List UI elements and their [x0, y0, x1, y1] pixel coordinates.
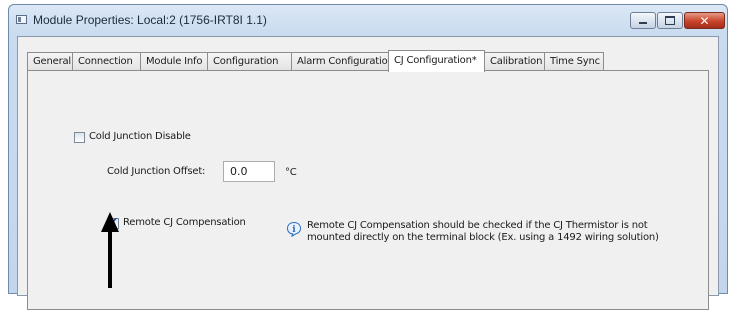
tab-general[interactable]: General — [27, 52, 73, 71]
tab-alarm-configuration[interactable]: Alarm Configuration — [291, 52, 398, 71]
remote-cj-compensation-label: Remote CJ Compensation — [123, 217, 246, 228]
minimize-button[interactable] — [630, 12, 656, 29]
close-button[interactable]: ✕ — [684, 12, 725, 29]
up-arrow-icon — [101, 212, 119, 288]
close-icon: ✕ — [699, 13, 710, 28]
info-icon: i — [286, 221, 302, 237]
svg-text:i: i — [292, 225, 296, 235]
title-bar[interactable]: Module Properties: Local:2 (1756-IRT8I 1… — [9, 5, 727, 35]
tab-calibration[interactable]: Calibration — [484, 52, 545, 71]
tab-cj-configuration[interactable]: CJ Configuration* — [388, 50, 485, 72]
note-line-2: mounted directly on the terminal block (… — [307, 232, 659, 243]
minimize-icon — [639, 22, 647, 24]
tab-time-sync[interactable]: Time Sync — [544, 52, 604, 71]
tab-configuration[interactable]: Configuration — [207, 52, 292, 71]
tab-connection[interactable]: Connection — [72, 52, 141, 71]
cold-junction-offset-label: Cold Junction Offset: — [107, 166, 206, 177]
cold-junction-offset-input[interactable] — [223, 161, 275, 182]
cj-configuration-panel: Cold Junction Disable Cold Junction Offs… — [27, 70, 709, 310]
remote-cj-note: Remote CJ Compensation should be checked… — [307, 220, 697, 244]
tab-module-info[interactable]: Module Info — [140, 52, 208, 71]
window-app-icon — [16, 15, 27, 24]
dialog-client-area: General Connection Module Info Configura… — [17, 36, 719, 310]
note-line-1: Remote CJ Compensation should be checked… — [307, 220, 648, 231]
offset-unit-label: °C — [285, 167, 297, 178]
cold-junction-disable-label: Cold Junction Disable — [89, 131, 191, 142]
cold-junction-disable-checkbox[interactable] — [74, 132, 85, 143]
window-title: Module Properties: Local:2 (1756-IRT8I 1… — [33, 13, 267, 27]
maximize-icon — [665, 16, 675, 25]
maximize-button[interactable] — [657, 12, 683, 29]
